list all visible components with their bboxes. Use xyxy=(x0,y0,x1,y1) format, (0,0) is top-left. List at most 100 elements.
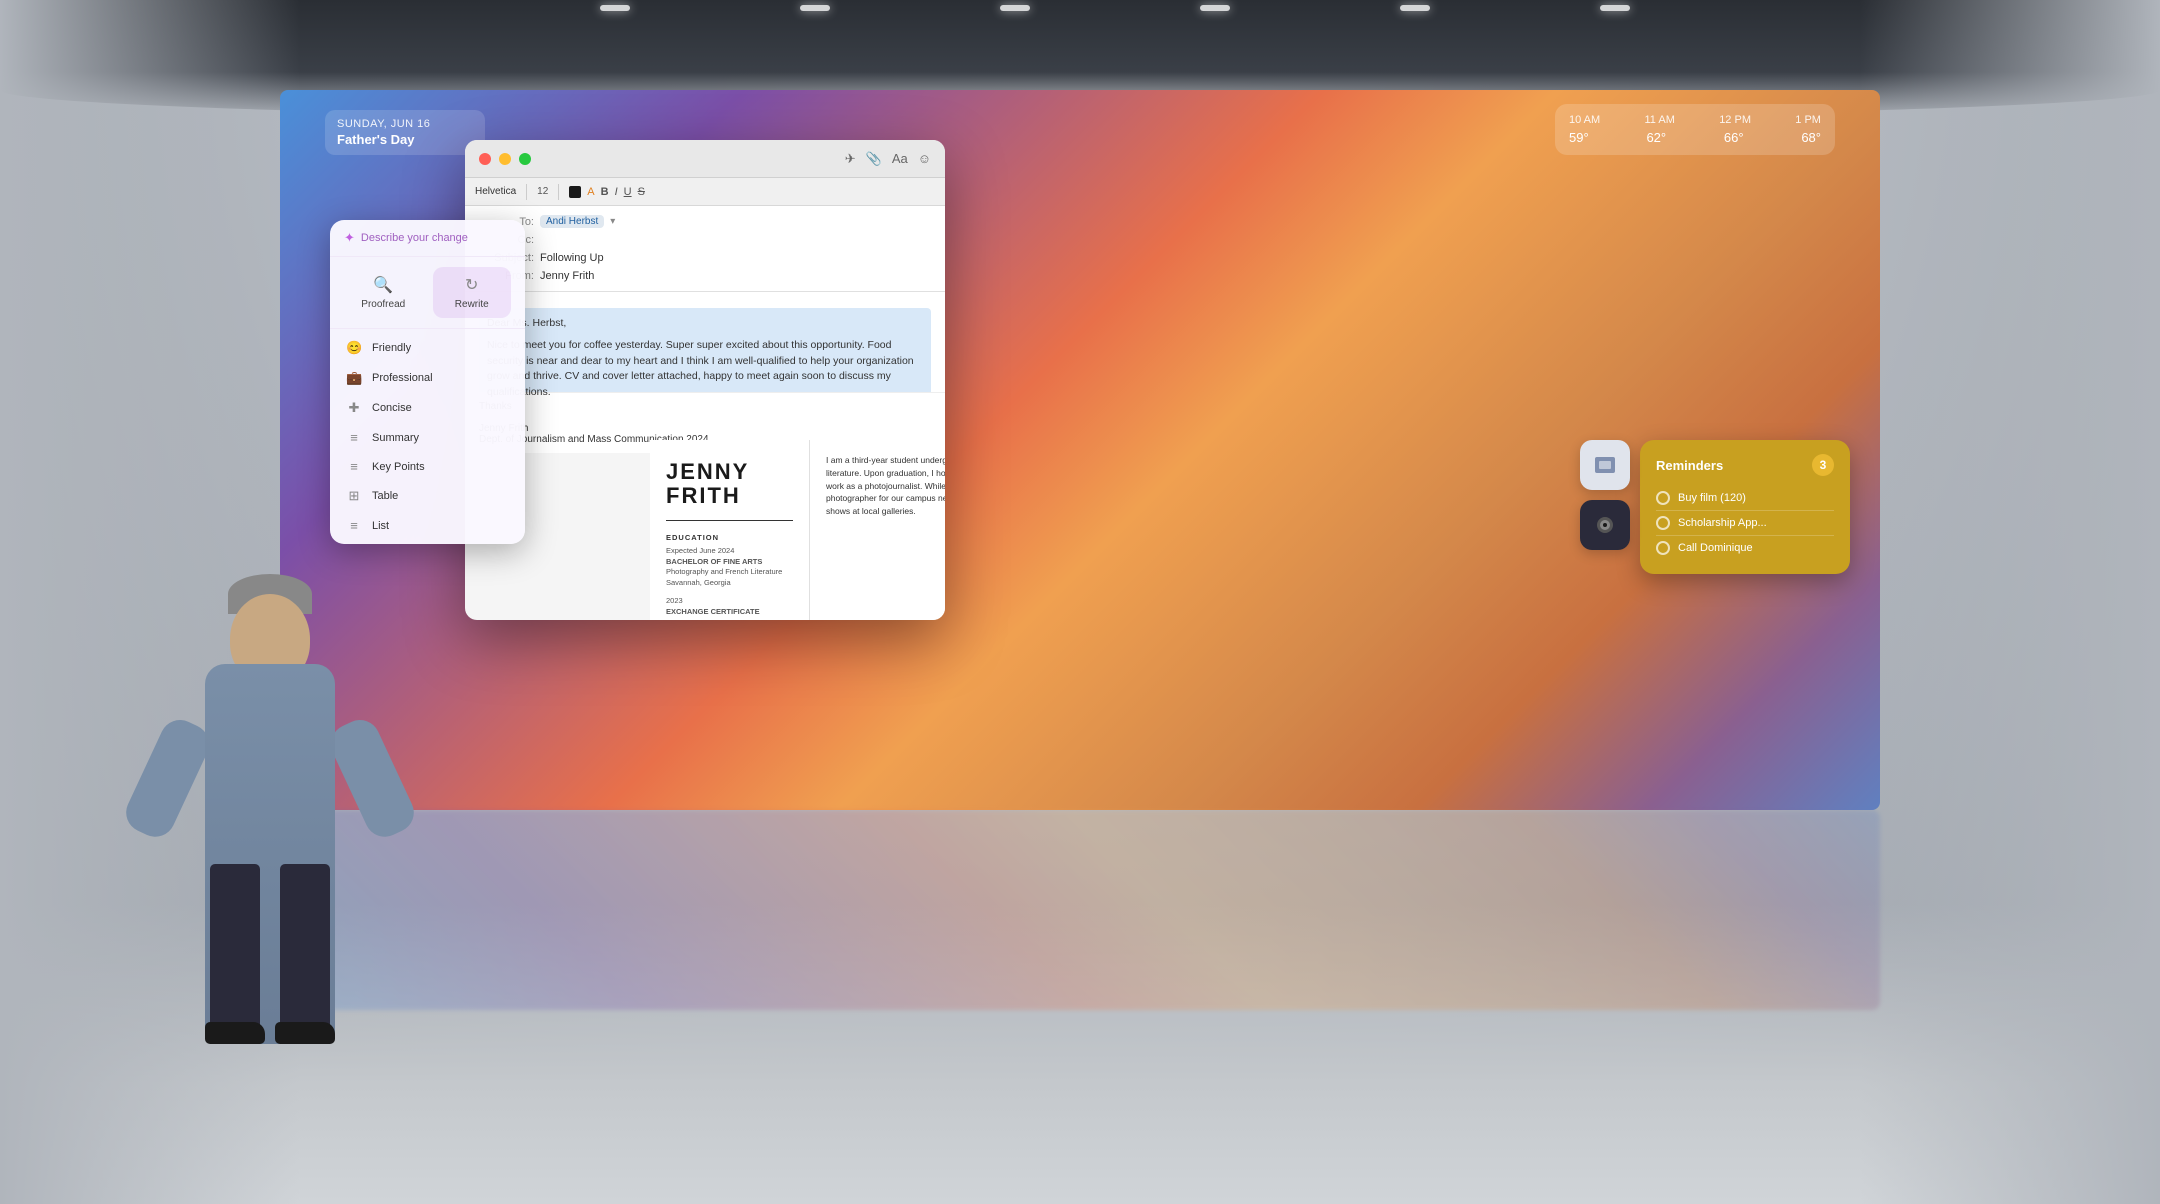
mail-subject-row: Subject: Following Up xyxy=(479,249,931,267)
writing-tools-header-text: Describe your change xyxy=(361,232,468,244)
format-icon[interactable]: Aa xyxy=(892,151,908,166)
writing-tools-panel: ✦ Describe your change 🔍 Proofread ↻ Rew… xyxy=(330,220,525,544)
send-icon[interactable]: ✈ xyxy=(845,151,856,167)
mail-header: To: Andi Herbst ▾ Cc: Subject: Following… xyxy=(465,206,945,292)
calendar-date: SUNDAY, JUN 16 xyxy=(337,118,473,130)
rewrite-button[interactable]: ↻ Rewrite xyxy=(433,267,512,318)
mail-window: ✈ 📎 Aa ☺ Helvetica 12 A B I U S To: Andi… xyxy=(465,140,945,620)
mail-formatting-toolbar: Helvetica 12 A B I U S xyxy=(465,178,945,206)
table-icon: ⊞ xyxy=(346,488,362,504)
to-value[interactable]: Andi Herbst xyxy=(540,215,604,228)
toolbar-separator-2 xyxy=(558,184,559,200)
cv-education-label: EDUCATION xyxy=(666,533,793,542)
app-icon-1[interactable] xyxy=(1580,440,1630,490)
mail-from-row: From: Jenny Frith xyxy=(479,267,931,285)
maximize-button[interactable] xyxy=(519,153,531,165)
proofread-label: Proofread xyxy=(361,299,405,310)
presentation-screen: SUNDAY, JUN 16 Father's Day 10 AM 11 AM … xyxy=(280,90,1880,810)
reminder-circle-1 xyxy=(1656,491,1670,505)
attach-icon[interactable]: 📎 xyxy=(866,151,882,167)
writing-tools-menu: 😊 Friendly 💼 Professional ✚ Concise ≡ Su… xyxy=(330,329,525,544)
weather-time-4: 1 PM xyxy=(1795,114,1821,126)
close-button[interactable] xyxy=(479,153,491,165)
weather-times: 10 AM 11 AM 12 PM 1 PM xyxy=(1569,114,1821,126)
reminders-title: Reminders xyxy=(1656,458,1723,473)
color-swatch[interactable] xyxy=(569,186,581,198)
emoji-icon[interactable]: ☺ xyxy=(918,151,931,166)
reminder-text-1: Buy film (120) xyxy=(1678,492,1746,504)
mail-body[interactable]: Dear Ms. Herbst, Nice to meet you for co… xyxy=(465,292,945,392)
friendly-label: Friendly xyxy=(372,342,411,354)
toolbar-separator xyxy=(526,184,527,200)
presenter-leg-right xyxy=(280,864,330,1044)
cv-content: JENNY FRITH EDUCATION Expected June 2024… xyxy=(650,440,945,620)
reminder-item-1[interactable]: Buy film (120) xyxy=(1656,486,1834,511)
weather-time-3: 12 PM xyxy=(1719,114,1751,126)
reminder-text-2: Scholarship App... xyxy=(1678,517,1767,529)
mail-closing: Thanks xyxy=(479,401,931,412)
list-label: List xyxy=(372,520,389,532)
reminder-item-3[interactable]: Call Dominique xyxy=(1656,536,1834,560)
highlight-icon[interactable]: A xyxy=(587,186,594,198)
proofread-icon: 🔍 xyxy=(373,275,393,295)
strikethrough-button[interactable]: S xyxy=(638,186,645,198)
cv-divider xyxy=(666,520,793,521)
wt-professional[interactable]: 💼 Professional xyxy=(330,363,525,393)
keypoints-label: Key Points xyxy=(372,461,425,473)
calendar-widget: SUNDAY, JUN 16 Father's Day xyxy=(325,110,485,155)
wt-list[interactable]: ≡ List xyxy=(330,511,525,540)
mail-cc-row: Cc: xyxy=(479,231,931,249)
ceiling-light-5 xyxy=(1400,5,1430,11)
weather-temp-2: 62° xyxy=(1646,130,1666,145)
proofread-button[interactable]: 🔍 Proofread xyxy=(344,267,423,318)
wt-keypoints[interactable]: ≡ Key Points xyxy=(330,452,525,481)
professional-icon: 💼 xyxy=(346,370,362,386)
cv-education-expected: Expected June 2024 xyxy=(666,546,793,557)
cv-bio: I am a third-year student undergraduate … xyxy=(826,454,945,518)
weather-time-2: 11 AM xyxy=(1645,114,1675,126)
concise-icon: ✚ xyxy=(346,400,362,416)
font-size[interactable]: 12 xyxy=(537,186,548,197)
reminders-count: 3 xyxy=(1812,454,1834,476)
weather-row: 59° 62° 66° 68° xyxy=(1569,130,1821,145)
writing-tools-header: ✦ Describe your change xyxy=(330,220,525,257)
subject-value[interactable]: Following Up xyxy=(540,252,604,264)
ceiling-light-1 xyxy=(600,5,630,11)
list-icon: ≡ xyxy=(346,518,362,533)
weather-temp-1: 59° xyxy=(1569,130,1589,145)
wt-table[interactable]: ⊞ Table xyxy=(330,481,525,511)
ceiling-light-3 xyxy=(1000,5,1030,11)
summary-label: Summary xyxy=(372,432,419,444)
reminders-widget: Reminders 3 Buy film (120) Scholarship A… xyxy=(1640,440,1850,574)
ceiling-light-6 xyxy=(1600,5,1630,11)
reminder-item-2[interactable]: Scholarship App... xyxy=(1656,511,1834,536)
cv-education-col xyxy=(826,534,945,620)
rewrite-label: Rewrite xyxy=(455,299,489,310)
app-icon-2[interactable] xyxy=(1580,500,1630,550)
mail-to-row: To: Andi Herbst ▾ xyxy=(479,212,931,231)
mail-greeting: Dear Ms. Herbst, xyxy=(487,316,923,332)
mail-sig-name: Jenny Frith xyxy=(479,423,931,434)
underline-button[interactable]: U xyxy=(624,186,632,198)
cv-name: JENNY FRITH xyxy=(666,460,793,508)
friendly-icon: 😊 xyxy=(346,340,362,356)
cv-left-column: JENNY FRITH EDUCATION Expected June 2024… xyxy=(650,440,810,620)
presenter-leg-left xyxy=(210,864,260,1044)
summary-icon: ≡ xyxy=(346,430,362,445)
from-value: Jenny Frith xyxy=(540,270,594,282)
reminder-text-3: Call Dominique xyxy=(1678,542,1753,554)
recipient-expand[interactable]: ▾ xyxy=(610,216,615,227)
font-name[interactable]: Helvetica xyxy=(475,186,516,197)
wt-friendly[interactable]: 😊 Friendly xyxy=(330,333,525,363)
table-label: Table xyxy=(372,490,398,502)
wt-concise[interactable]: ✚ Concise xyxy=(330,393,525,423)
italic-button[interactable]: I xyxy=(615,186,618,198)
presenter-shoe-left xyxy=(205,1022,265,1044)
minimize-button[interactable] xyxy=(499,153,511,165)
bold-button[interactable]: B xyxy=(601,186,609,198)
concise-label: Concise xyxy=(372,402,412,414)
rewrite-icon: ↻ xyxy=(465,275,478,295)
keypoints-icon: ≡ xyxy=(346,459,362,474)
weather-temp-3: 66° xyxy=(1724,130,1744,145)
wt-summary[interactable]: ≡ Summary xyxy=(330,423,525,452)
